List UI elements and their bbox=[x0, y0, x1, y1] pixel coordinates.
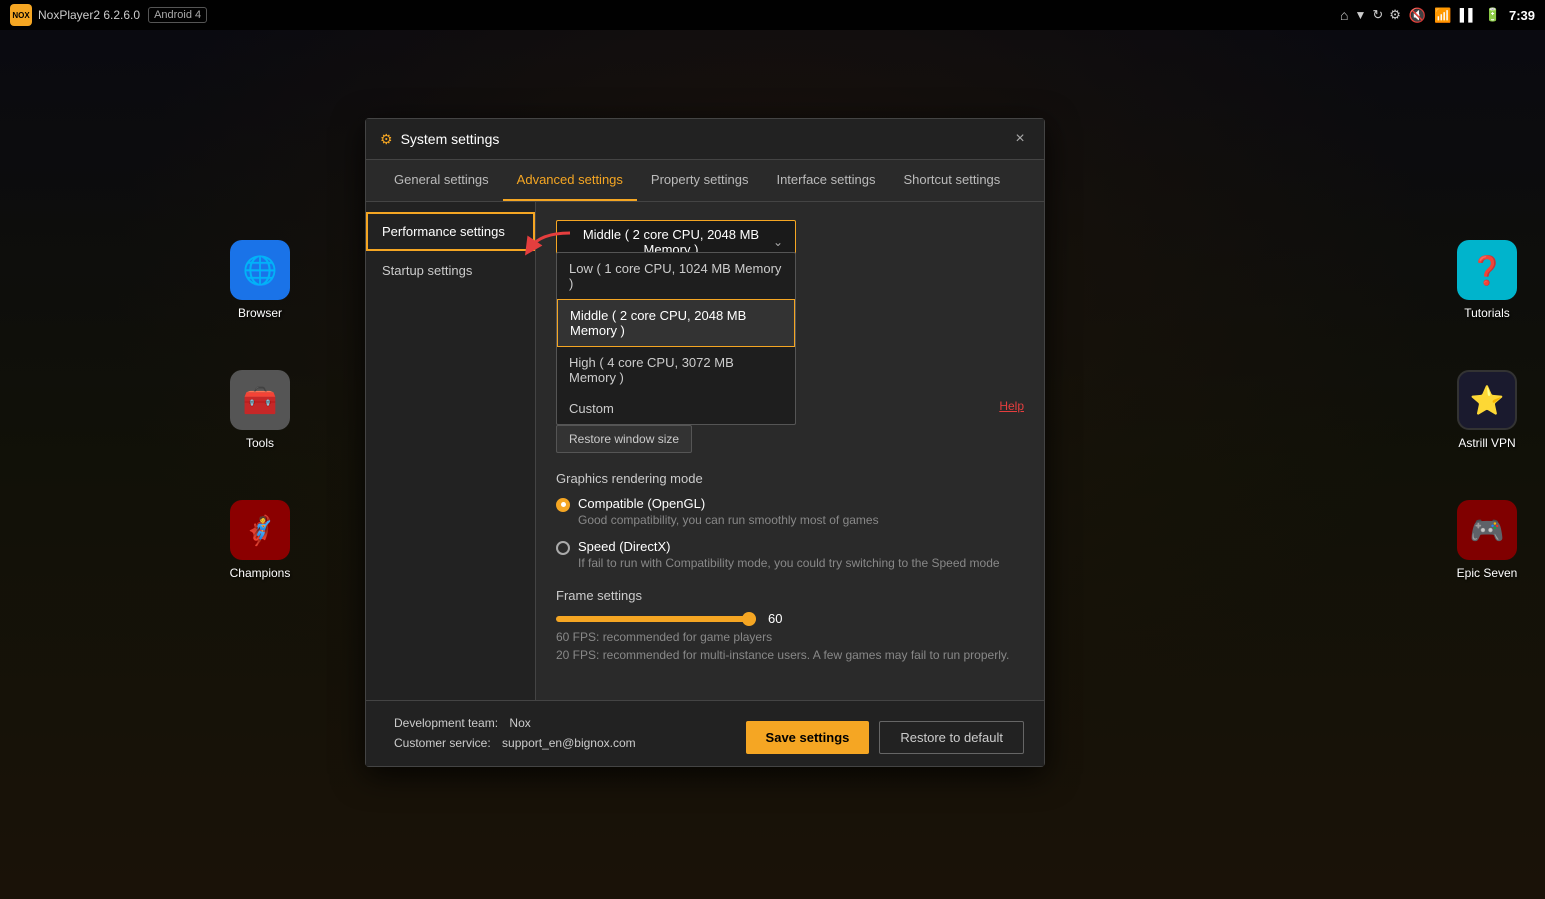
footer-info: Development team: Nox Customer service: … bbox=[386, 713, 636, 754]
dev-team-row: Development team: Nox bbox=[386, 713, 636, 733]
frame-hint-2: 20 FPS: recommended for multi-instance u… bbox=[556, 648, 1024, 662]
customer-service-label: Customer service: bbox=[394, 736, 491, 750]
render-opengl-name: Compatible (OpenGL) bbox=[578, 496, 879, 511]
tab-general[interactable]: General settings bbox=[380, 160, 503, 201]
render-directx-info: Speed (DirectX) If fail to run with Comp… bbox=[578, 539, 1000, 570]
nox-logo: NOX bbox=[10, 4, 32, 26]
dropdown-item-low[interactable]: Low ( 1 core CPU, 1024 MB Memory ) bbox=[557, 253, 795, 299]
restore-default-button[interactable]: Restore to default bbox=[879, 721, 1024, 754]
modal-overlay: ⚙ System settings × General settings Adv… bbox=[0, 30, 1545, 899]
signal-icon: ▌▌ bbox=[1460, 8, 1477, 22]
arrow-indicator bbox=[520, 228, 580, 275]
graphics-label: Graphics rendering mode bbox=[556, 471, 1024, 486]
settings-gear-icon: ⚙ bbox=[380, 131, 393, 148]
save-settings-button[interactable]: Save settings bbox=[746, 721, 870, 754]
performance-dropdown-menu: Low ( 1 core CPU, 1024 MB Memory ) Middl… bbox=[556, 252, 796, 425]
wifi-icon: 📶 bbox=[1434, 7, 1451, 24]
footer-buttons: Save settings Restore to default bbox=[746, 721, 1024, 754]
dev-team-value: Nox bbox=[509, 716, 530, 730]
taskbar-icons: ⌂ ▼ ↻ ⚙ bbox=[1340, 7, 1401, 23]
modal-footer: Development team: Nox Customer service: … bbox=[366, 700, 1044, 766]
render-directx-radio[interactable] bbox=[556, 541, 570, 555]
tab-advanced[interactable]: Advanced settings bbox=[503, 160, 637, 201]
mute-icon: 🔇 bbox=[1409, 7, 1426, 24]
performance-control: Middle ( 2 core CPU, 2048 MB Memory ) ⌄ … bbox=[556, 220, 1024, 662]
modal-tabs: General settings Advanced settings Prope… bbox=[366, 160, 1044, 202]
system-settings-modal: ⚙ System settings × General settings Adv… bbox=[365, 118, 1045, 767]
refresh-icon[interactable]: ↻ bbox=[1372, 7, 1383, 23]
dropdown-arrow-icon: ⌄ bbox=[773, 235, 783, 249]
app-name: NoxPlayer2 6.2.6.0 bbox=[38, 8, 140, 22]
graphics-section: Graphics rendering mode Compatible (Open… bbox=[556, 471, 1024, 570]
help-link[interactable]: Help bbox=[999, 399, 1024, 413]
frame-label: Frame settings bbox=[556, 588, 1024, 603]
render-directx: Speed (DirectX) If fail to run with Comp… bbox=[556, 539, 1024, 570]
frame-hint-1: 60 FPS: recommended for game players bbox=[556, 630, 1024, 644]
render-directx-desc: If fail to run with Compatibility mode, … bbox=[578, 556, 1000, 570]
dropdown-icon[interactable]: ▼ bbox=[1354, 8, 1366, 22]
modal-sidebar: Performance settings Startup settings bbox=[366, 202, 536, 700]
home-icon[interactable]: ⌂ bbox=[1340, 7, 1348, 23]
sidebar-performance[interactable]: Performance settings bbox=[366, 212, 535, 251]
customer-service-value: support_en@bignox.com bbox=[502, 736, 636, 750]
render-opengl-radio[interactable] bbox=[556, 498, 570, 512]
dropdown-item-custom[interactable]: Custom bbox=[557, 393, 795, 424]
frame-section: Frame settings 60 60 FPS: recommended fo… bbox=[556, 588, 1024, 662]
modal-close-button[interactable]: × bbox=[1010, 129, 1030, 149]
frame-value: 60 bbox=[768, 611, 782, 626]
modal-content: Middle ( 2 core CPU, 2048 MB Memory ) ⌄ … bbox=[536, 202, 1044, 700]
performance-dropdown-container: Middle ( 2 core CPU, 2048 MB Memory ) ⌄ … bbox=[556, 220, 1024, 264]
modal-header: ⚙ System settings × bbox=[366, 119, 1044, 160]
android-version: Android 4 bbox=[148, 7, 207, 23]
render-opengl: Compatible (OpenGL) Good compatibility, … bbox=[556, 496, 1024, 527]
dev-team-label: Development team: bbox=[394, 716, 498, 730]
tab-interface[interactable]: Interface settings bbox=[762, 160, 889, 201]
taskbar: NOX NoxPlayer2 6.2.6.0 Android 4 ⌂ ▼ ↻ ⚙… bbox=[0, 0, 1545, 30]
frame-slider-thumb[interactable] bbox=[742, 612, 756, 626]
frame-slider-track[interactable] bbox=[556, 616, 756, 622]
sidebar-startup[interactable]: Startup settings bbox=[366, 251, 535, 290]
battery-icon: 🔋 bbox=[1485, 7, 1501, 23]
taskbar-right: ⌂ ▼ ↻ ⚙ 🔇 📶 ▌▌ 🔋 7:39 bbox=[1340, 7, 1535, 24]
frame-slider-fill bbox=[556, 616, 756, 622]
settings-taskbar-icon[interactable]: ⚙ bbox=[1389, 7, 1401, 23]
render-opengl-info: Compatible (OpenGL) Good compatibility, … bbox=[578, 496, 879, 527]
clock: 7:39 bbox=[1509, 8, 1535, 23]
modal-body: Performance settings Startup settings Mi… bbox=[366, 202, 1044, 700]
render-opengl-desc: Good compatibility, you can run smoothly… bbox=[578, 513, 879, 527]
desktop: NOX NoxPlayer2 6.2.6.0 Android 4 ⌂ ▼ ↻ ⚙… bbox=[0, 0, 1545, 899]
modal-title: System settings bbox=[401, 131, 500, 147]
tab-shortcut[interactable]: Shortcut settings bbox=[889, 160, 1014, 201]
render-directx-name: Speed (DirectX) bbox=[578, 539, 1000, 554]
modal-header-left: ⚙ System settings bbox=[380, 131, 499, 148]
tab-property[interactable]: Property settings bbox=[637, 160, 763, 201]
restore-window-size-btn[interactable]: Restore window size bbox=[556, 425, 692, 453]
performance-row: Middle ( 2 core CPU, 2048 MB Memory ) ⌄ … bbox=[556, 220, 1024, 662]
customer-service-row: Customer service: support_en@bignox.com bbox=[386, 733, 636, 753]
frame-row: 60 bbox=[556, 611, 1024, 626]
dropdown-item-middle[interactable]: Middle ( 2 core CPU, 2048 MB Memory ) bbox=[557, 299, 795, 347]
dropdown-item-high[interactable]: High ( 4 core CPU, 3072 MB Memory ) bbox=[557, 347, 795, 393]
